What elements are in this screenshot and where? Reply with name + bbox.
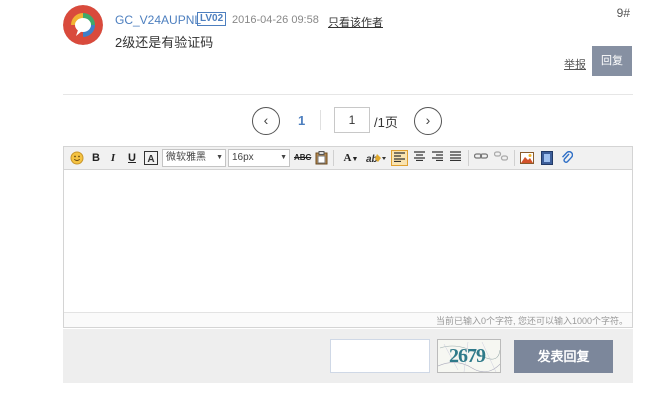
toolbar-separator: [514, 150, 515, 166]
floor-number: 9#: [616, 6, 630, 20]
paste-icon[interactable]: [314, 150, 328, 166]
captcha-image[interactable]: 2679: [437, 339, 501, 373]
level-badge: LV02: [197, 12, 227, 26]
font-size-value: 16px: [232, 152, 254, 163]
font-size-select[interactable]: 16px ▼: [228, 149, 290, 167]
editor-footer: 当前已输入0个字符, 您还可以输入1000个字符。: [64, 312, 632, 327]
caret-down-icon: ▼: [280, 154, 287, 161]
avatar[interactable]: [63, 5, 103, 45]
image-icon[interactable]: [519, 150, 535, 166]
align-center-icon[interactable]: [411, 150, 427, 166]
captcha-text: 2679: [449, 345, 486, 367]
video-icon[interactable]: [539, 150, 555, 166]
post-divider: [63, 94, 633, 95]
chevron-right-icon: ›: [425, 112, 431, 128]
prev-page-button[interactable]: ‹: [252, 107, 280, 135]
strikethrough-icon[interactable]: ABC: [294, 150, 311, 166]
font-color-icon[interactable]: A▼: [340, 150, 362, 166]
chevron-left-icon: ‹: [263, 112, 269, 128]
username[interactable]: GC_V24AUPNL: [115, 13, 201, 27]
underline-icon[interactable]: U: [125, 150, 139, 166]
svg-text:A: A: [147, 154, 154, 165]
captcha-input[interactable]: [330, 339, 430, 373]
post-content: 2级还是有验证码: [115, 35, 214, 50]
font-border-icon[interactable]: A: [144, 150, 158, 166]
align-right-icon[interactable]: [429, 150, 445, 166]
editor-toolbar: B I U A 微软雅黑 ▼ 16px ▼ ABC A▼ ab: [64, 147, 632, 170]
current-page[interactable]: 1: [298, 113, 305, 128]
link-icon[interactable]: [473, 150, 489, 166]
char-count: 当前已输入0个字符, 您还可以输入1000个字符。: [435, 316, 628, 326]
align-left-icon[interactable]: [391, 150, 408, 166]
font-family-value: 微软雅黑: [166, 152, 206, 163]
page-total: /1页: [374, 115, 398, 130]
highlight-color-icon[interactable]: ab: [366, 150, 388, 166]
submit-bar: 2679 发表回复: [63, 329, 633, 383]
pager-divider: [320, 110, 321, 130]
page-number-input[interactable]: [334, 107, 370, 133]
justify-icon[interactable]: [447, 150, 463, 166]
emoji-icon[interactable]: [69, 150, 85, 166]
post-reply-button[interactable]: 发表回复: [514, 340, 613, 373]
post-time: 2016-04-26 09:58: [232, 14, 319, 26]
next-page-button[interactable]: ›: [414, 107, 442, 135]
rich-text-editor: B I U A 微软雅黑 ▼ 16px ▼ ABC A▼ ab 当前已输入0个字…: [63, 146, 633, 328]
attachment-icon[interactable]: [559, 150, 575, 166]
report-link[interactable]: 举报: [564, 56, 586, 72]
unlink-icon[interactable]: [493, 150, 509, 166]
reply-button[interactable]: 回复: [592, 46, 632, 76]
font-family-select[interactable]: 微软雅黑 ▼: [162, 149, 226, 167]
toolbar-separator: [468, 150, 469, 166]
only-author-link[interactable]: 只看该作者: [328, 14, 383, 30]
toolbar-separator: [333, 150, 334, 166]
italic-icon[interactable]: I: [107, 150, 119, 166]
bold-icon[interactable]: B: [89, 150, 103, 166]
editor-textarea[interactable]: [64, 171, 632, 313]
caret-down-icon: ▼: [216, 154, 223, 161]
